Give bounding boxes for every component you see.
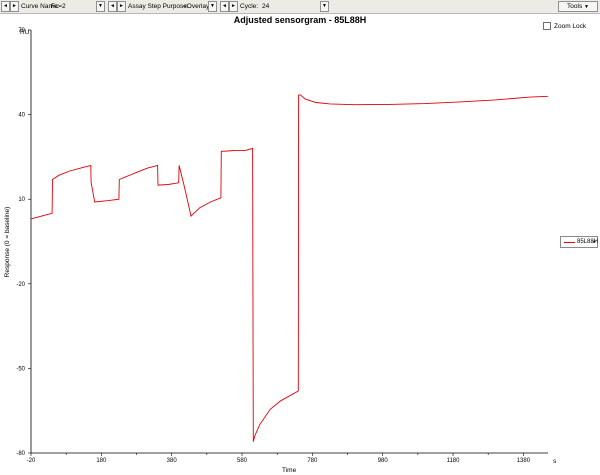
x-tick-label: 380 [167,458,178,464]
y-tick-label: 40 [18,113,25,119]
y-tick-label: -20 [16,282,25,288]
chart-plot: -80-50-20104070-20 180 380 580 780 980 1180 138… [4,28,557,474]
legend: 85L88H ▸ [560,236,598,248]
y-tick-label: -50 [16,366,25,372]
chart-axes [30,30,548,454]
y-unit-label: RU [20,29,30,36]
y-tick-label: 10 [18,197,25,203]
x-tick-label: 780 [307,458,318,464]
series-line-85L88H [30,94,549,442]
x-tick-label: 180 [96,458,107,464]
chart-ticks: -80-50-20104070-20 180 380 580 780 980 1180 138… [16,28,530,464]
x-axis-title: Time [282,467,297,474]
x-tick-label: 980 [378,458,389,464]
x-tick-label: 1380 [517,458,531,464]
legend-swatch [564,242,575,243]
x-tick-label: -20 [27,458,36,464]
y-tick-label: -80 [16,451,25,457]
x-tick-label: 580 [237,458,248,464]
y-axis-title: Response (0 = baseline) [4,207,11,278]
x-unit-label: s [553,458,557,465]
legend-arrow-icon: ▸ [593,239,596,245]
x-tick-label: 1180 [447,458,461,464]
